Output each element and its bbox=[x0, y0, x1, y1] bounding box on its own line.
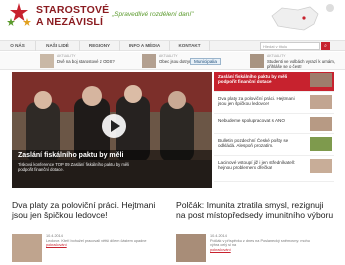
side-item[interactable]: Nebudeme spolupracovat s ANO bbox=[214, 116, 334, 134]
side-item-text: Bulletin pozdechní České pošty se odklád… bbox=[218, 138, 289, 149]
story-meta: 10.4.2014 Leolove. Kteří bohužel pracova… bbox=[46, 234, 156, 248]
side-item-text: Nebudeme spolupracovat s ANO bbox=[218, 118, 285, 123]
news-kicker: Aktuality bbox=[57, 54, 76, 58]
language-icon[interactable] bbox=[326, 4, 334, 12]
side-item[interactable]: Lacinové vstoupí již i jen středníkatell… bbox=[214, 158, 334, 182]
news-item[interactable]: Aktuality Studenti ve volbách vyrazí k u… bbox=[250, 54, 340, 69]
side-news-list: Zaslání fiskálního paktu by měli podpoři… bbox=[214, 72, 334, 188]
nav-item-info-media[interactable]: INFO A MÉDIA bbox=[120, 41, 170, 51]
czech-map-icon[interactable] bbox=[268, 4, 322, 34]
main-nav: O NÁS NAŠI LIDÉ REGIONY INFO A MÉDIA KON… bbox=[0, 40, 345, 51]
side-item-photo bbox=[310, 137, 332, 151]
news-bar: Aktuality Dvě na boj starostové z ODS? A… bbox=[0, 52, 345, 70]
news-thumbnail bbox=[142, 54, 156, 68]
side-item-text: Zaslání fiskálního paktu by měli podpoři… bbox=[218, 74, 288, 85]
story-title[interactable]: Dva platy za poloviční práci. Hejtmani j… bbox=[12, 200, 170, 220]
story-excerpt: Polčák v příspěvku z dnes na Poslanecký … bbox=[210, 238, 310, 248]
side-item[interactable]: Zaslání fiskálního paktu by měli podpoři… bbox=[214, 72, 334, 92]
story-continue-link[interactable]: pokračování bbox=[46, 243, 67, 247]
side-item-photo bbox=[310, 73, 332, 87]
municipalia-badge[interactable]: Municipalia bbox=[190, 58, 221, 65]
news-title: Dvě na boj starostové z ODS? bbox=[57, 59, 115, 64]
side-item-text: Dva platy za poloviční práci. Hejtmani j… bbox=[218, 96, 295, 107]
slogan: „Spravedlivé rozdělení daní" bbox=[112, 11, 194, 18]
news-title: Studenti ve volbách vyrazí k urnám, přih… bbox=[267, 59, 336, 69]
story-meta: 10.4.2014 Polčák v příspěvku z dnes na P… bbox=[210, 234, 320, 252]
hero-video[interactable]: Zaslání fiskálního paktu by měli Tisková… bbox=[12, 72, 212, 188]
play-icon[interactable] bbox=[102, 114, 126, 138]
nav-item-o-nas[interactable]: O NÁS bbox=[0, 41, 36, 51]
hero-title[interactable]: Zaslání fiskálního paktu by měli bbox=[18, 152, 123, 159]
story-card[interactable]: Dva platy za poloviční práci. Hejtmani j… bbox=[12, 200, 170, 262]
bottom-stories: Dva platy za poloviční práci. Hejtmani j… bbox=[0, 195, 345, 265]
side-item[interactable]: Bulletin pozdechní České pošty se odklád… bbox=[214, 136, 334, 156]
news-thumbnail bbox=[40, 54, 54, 68]
side-item-text: Lacinové vstoupí již i jen středníkatell… bbox=[218, 160, 296, 171]
news-item[interactable]: Aktuality Dvě na boj starostové z ODS? bbox=[40, 54, 140, 68]
story-continue-link[interactable]: pokračování bbox=[210, 248, 231, 252]
search-icon: ⌕ bbox=[324, 43, 327, 49]
news-thumbnail bbox=[250, 54, 264, 68]
story-title[interactable]: Polčák: Imunita ztratila smysl, rezignuj… bbox=[176, 200, 334, 220]
side-item[interactable]: Dva platy za poloviční práci. Hejtmani j… bbox=[214, 94, 334, 114]
side-item-photo bbox=[310, 159, 332, 173]
nav-item-nasi-lide[interactable]: NAŠI LIDÉ bbox=[36, 41, 80, 51]
stars-logo-icon[interactable] bbox=[4, 2, 34, 32]
logo-text[interactable]: STAROSTOVÉ A NEZÁVISLÍ bbox=[36, 4, 109, 28]
logo-line1: STAROSTOVÉ bbox=[36, 4, 110, 16]
logo-line2: A NEZÁVISLÍ bbox=[36, 16, 104, 28]
side-item-photo bbox=[310, 117, 332, 131]
news-kicker: Aktuality bbox=[159, 54, 178, 58]
news-kicker: Aktuality bbox=[267, 54, 286, 58]
search-button[interactable]: ⌕ bbox=[321, 42, 330, 50]
nav-item-kontakt[interactable]: KONTAKT bbox=[170, 41, 210, 51]
story-card[interactable]: Polčák: Imunita ztratila smysl, rezignuj… bbox=[176, 200, 334, 262]
nav-item-regiony[interactable]: REGIONY bbox=[80, 41, 120, 51]
search-input[interactable]: Hledat v titulu bbox=[260, 42, 320, 50]
story-photo bbox=[12, 234, 42, 262]
side-item-photo bbox=[310, 95, 332, 109]
hero-description: Tisková konference TOP 09 Zaslání fiskál… bbox=[18, 162, 130, 172]
site-header: STAROSTOVÉ A NEZÁVISLÍ „Spravedlivé rozd… bbox=[0, 0, 345, 40]
story-photo bbox=[176, 234, 206, 262]
